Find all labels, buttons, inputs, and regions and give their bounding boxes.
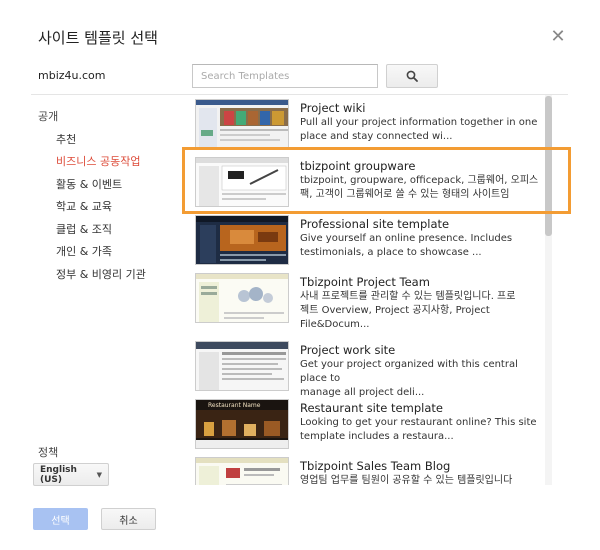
cancel-button[interactable]: 취소 <box>101 508 156 530</box>
template-row-project-work-site[interactable]: Project work site Get your project organ… <box>190 337 542 398</box>
template-thumbnail <box>195 341 289 391</box>
template-title: Project wiki <box>300 101 366 115</box>
category-school-education[interactable]: 학교 & 교육 <box>56 198 112 214</box>
template-title: Tbizpoint Project Team <box>300 275 430 289</box>
template-description: Give yourself an online presence. Includ… <box>300 233 513 258</box>
template-thumbnail <box>195 157 289 207</box>
template-description: Looking to get your restaurant online? T… <box>300 417 537 442</box>
template-thumbnail: Restaurant Name <box>195 399 289 449</box>
search-button[interactable] <box>386 64 438 88</box>
site-name: mbiz4u.com <box>38 69 106 82</box>
category-business-collaboration[interactable]: 비즈니스 공동작업 <box>56 153 140 169</box>
category-clubs-organizations[interactable]: 클럽 & 조직 <box>56 221 112 237</box>
template-row-tbizpoint-groupware[interactable]: tbizpoint groupware tbizpoint, groupware… <box>190 153 542 211</box>
template-row-tbizpoint-sales-blog[interactable]: Tbizpoint Sales Team Blog 영업팀 업무를 팀원이 공유… <box>190 453 542 485</box>
template-description: Pull all your project information togeth… <box>300 117 538 142</box>
category-featured[interactable]: 추천 <box>56 131 76 147</box>
template-thumbnail <box>195 215 289 265</box>
template-list: Project wiki Pull all your project infor… <box>190 95 552 485</box>
language-value: English (US) <box>40 464 77 485</box>
category-activities-events[interactable]: 활동 & 이벤트 <box>56 176 122 192</box>
template-row-tbizpoint-project-team[interactable]: Tbizpoint Project Team 사내 프로젝트를 관리할 수 있는… <box>190 269 542 330</box>
select-button[interactable]: 선택 <box>33 508 88 530</box>
template-row-professional-site[interactable]: Professional site template Give yourself… <box>190 211 542 269</box>
category-government-nonprofit[interactable]: 정부 & 비영리 기관 <box>56 266 146 282</box>
template-description: 사내 프로젝트를 관리할 수 있는 템플릿입니다. 프로 젝트 Overview… <box>300 291 516 330</box>
template-dialog: 사이트 템플릿 선택 ✕ mbiz4u.com 공개 추천 비즈니스 공동작업 … <box>0 0 600 550</box>
template-title: tbizpoint groupware <box>300 159 416 173</box>
template-description: Get your project organized with this cen… <box>300 359 518 398</box>
template-description: 영업팀 업무를 팀원이 공유할 수 있는 템플릿입니다 <box>300 475 513 485</box>
close-icon[interactable]: ✕ <box>549 28 567 46</box>
template-thumbnail <box>195 99 289 149</box>
category-header-public: 공개 <box>38 110 59 123</box>
search-input[interactable] <box>192 64 378 88</box>
search-icon <box>406 70 418 82</box>
dialog-title: 사이트 템플릿 선택 <box>38 29 158 47</box>
template-title: Project work site <box>300 343 396 357</box>
template-title: Tbizpoint Sales Team Blog <box>300 459 451 473</box>
template-thumbnail <box>195 457 289 485</box>
template-title: Professional site template <box>300 217 450 231</box>
category-personal-family[interactable]: 개인 & 가족 <box>56 243 112 259</box>
language-select[interactable]: English (US) ▼ <box>33 463 109 486</box>
template-description: tbizpoint, groupware, officepack, 그룹웨어, … <box>300 175 539 200</box>
scrollbar-thumb[interactable] <box>545 96 552 236</box>
template-title: Restaurant site template <box>300 401 443 415</box>
thumbnail-text: Restaurant Name <box>208 402 261 409</box>
template-row-project-wiki[interactable]: Project wiki Pull all your project infor… <box>190 95 542 153</box>
template-row-restaurant-site[interactable]: Restaurant Name Restaurant site template… <box>190 395 542 453</box>
policy-header: 정책 <box>38 446 59 459</box>
chevron-down-icon: ▼ <box>96 470 102 479</box>
template-thumbnail <box>195 273 289 323</box>
